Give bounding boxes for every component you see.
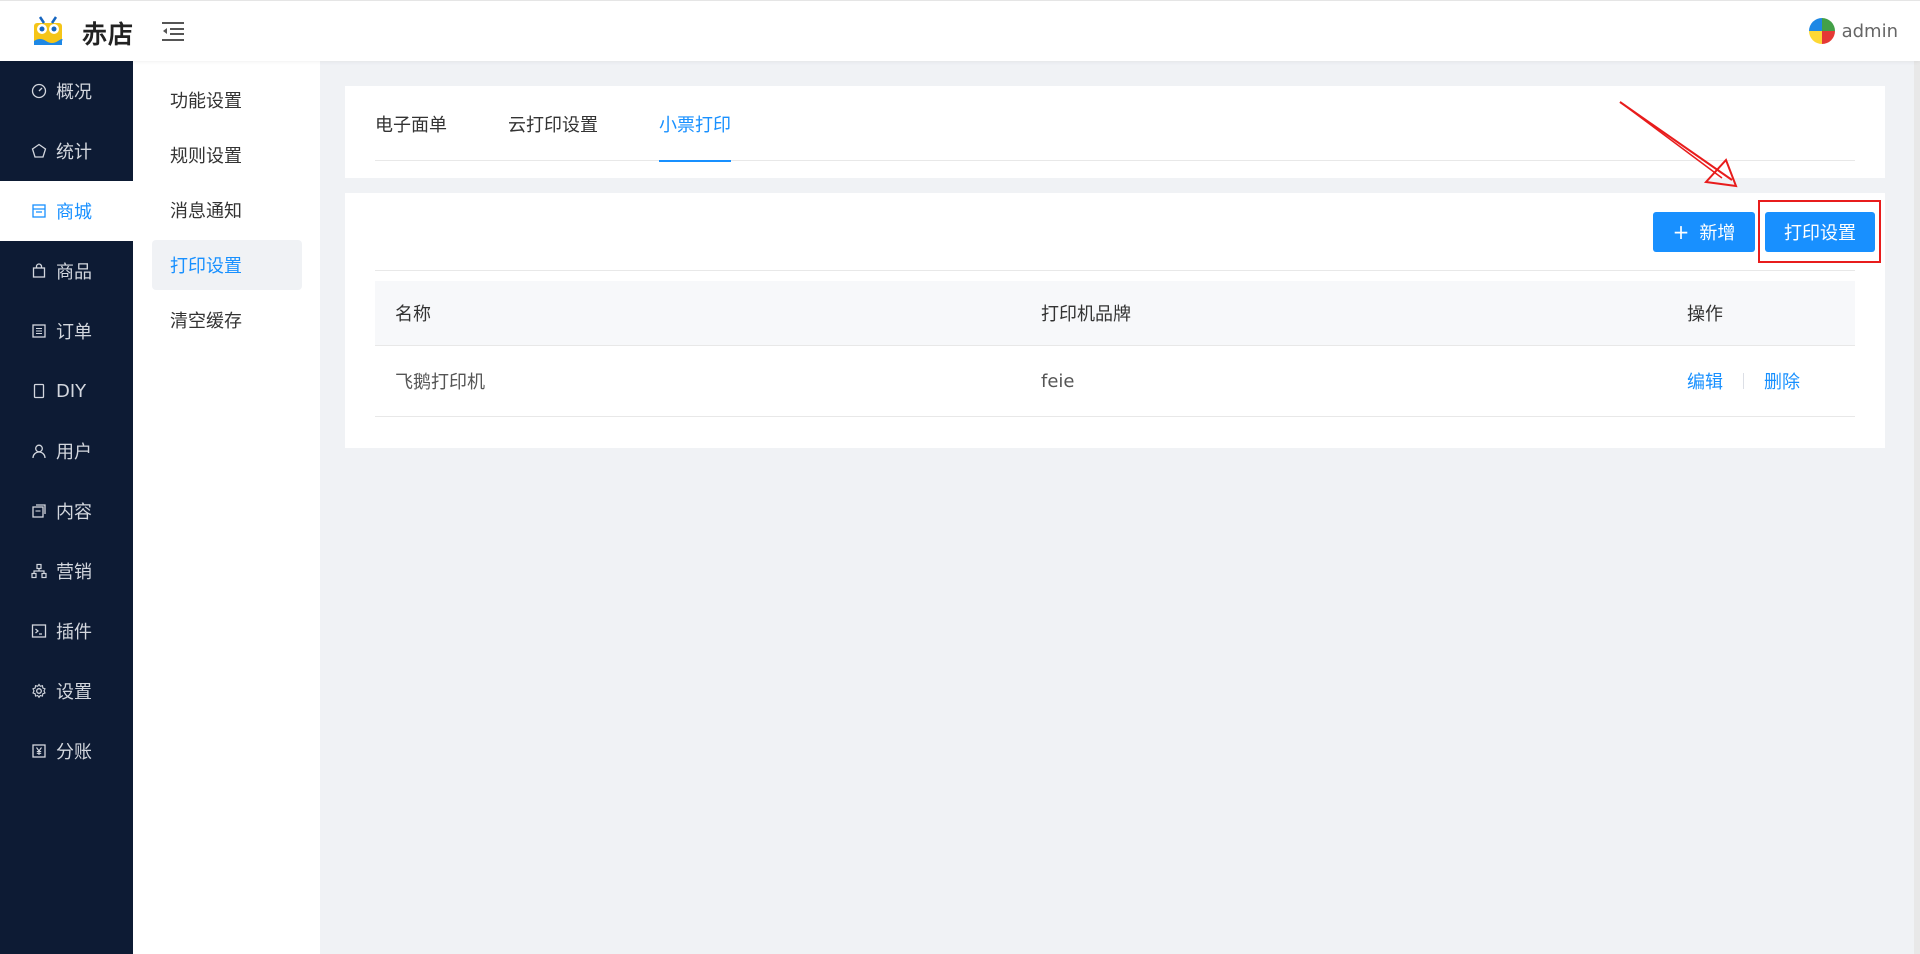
bag-icon: [30, 262, 48, 280]
main-sidebar: 概况 统计 商城 商品 订单 DIY 用户 内容 营销 插件 设置 分账: [0, 61, 133, 954]
sidebar-item-label: 用户: [56, 442, 92, 463]
column-header-name: 名称: [395, 304, 431, 325]
sidebar-item-label: 订单: [56, 322, 92, 343]
cell-actions: 编辑 删除: [1667, 368, 1855, 394]
sidebar-item-settings[interactable]: 设置: [0, 661, 133, 721]
tabs-card: 电子面单 云打印设置 小票打印: [345, 86, 1885, 178]
sidebar-item-ledger[interactable]: 分账: [0, 721, 133, 781]
sidebar-item-label: 内容: [56, 502, 92, 523]
sidebar-item-label: 营销: [56, 562, 92, 583]
sidebar-item-label: 插件: [56, 622, 92, 643]
tab-receipt-print[interactable]: 小票打印: [659, 86, 731, 162]
sidebar-item-label: 统计: [56, 142, 92, 163]
app-logo[interactable]: [28, 9, 68, 49]
sidebar-item-label: 商城: [56, 202, 92, 223]
sidebar-item-users[interactable]: 用户: [0, 421, 133, 481]
sidebar-item-shop[interactable]: 商城: [0, 181, 133, 241]
top-header: 赤店 admin: [0, 0, 1920, 61]
sidebar-item-diy[interactable]: DIY: [0, 361, 133, 421]
delete-link[interactable]: 删除: [1764, 368, 1800, 394]
sidebar-item-content[interactable]: 内容: [0, 481, 133, 541]
terminal-icon: [30, 622, 48, 640]
sidebar-item-marketing[interactable]: 营销: [0, 541, 133, 601]
action-divider: [1743, 373, 1744, 389]
column-header-actions: 操作: [1687, 304, 1723, 325]
tab-electronic-waybill[interactable]: 电子面单: [375, 86, 447, 161]
tab-cloud-print-settings[interactable]: 云打印设置: [508, 86, 598, 161]
edit-link[interactable]: 编辑: [1687, 368, 1723, 394]
sidebar-item-products[interactable]: 商品: [0, 241, 133, 301]
content-icon: [30, 502, 48, 520]
tab-bar: 电子面单 云打印设置 小票打印: [375, 86, 1855, 162]
printer-table: 名称 打印机品牌 操作 飞鹅打印机 feie 编辑 删除: [375, 281, 1855, 417]
user-menu[interactable]: admin: [1808, 17, 1898, 45]
table-toolbar: + 新增 打印设置: [375, 193, 1881, 271]
add-button-label: 新增: [1699, 223, 1736, 244]
sidebar-item-label: 设置: [56, 682, 92, 703]
gear-icon: [30, 682, 48, 700]
table-row: 飞鹅打印机 feie 编辑 删除: [375, 346, 1855, 417]
order-list-icon: [30, 322, 48, 340]
plus-icon: +: [1672, 220, 1690, 244]
subnav-item-notifications[interactable]: 消息通知: [152, 185, 302, 235]
pentagon-icon: [30, 142, 48, 160]
yen-icon: [30, 742, 48, 760]
printer-table-card: + 新增 打印设置 名称 打印机品牌 操作 飞鹅打印机 feie 编辑 删除: [345, 193, 1885, 448]
page-scrollbar[interactable]: [1914, 61, 1920, 954]
cell-printer-name: 飞鹅打印机: [395, 372, 485, 393]
user-icon: [30, 442, 48, 460]
column-header-brand: 打印机品牌: [1041, 304, 1131, 325]
subnav-item-rule-settings[interactable]: 规则设置: [152, 130, 302, 180]
table-header: 名称 打印机品牌 操作: [375, 281, 1855, 346]
main-content: 电子面单 云打印设置 小票打印 + 新增 打印设置 名称 打印机品牌 操作 飞鹅…: [320, 61, 1920, 954]
brand-name: 赤店: [82, 20, 135, 49]
sidebar-item-overview[interactable]: 概况: [0, 61, 133, 121]
subnav-item-print-settings[interactable]: 打印设置: [152, 240, 302, 290]
print-settings-button[interactable]: 打印设置: [1765, 212, 1875, 252]
phone-icon: [30, 382, 48, 400]
org-chart-icon: [30, 562, 48, 580]
sidebar-item-plugins[interactable]: 插件: [0, 601, 133, 661]
sidebar-item-label: 商品: [56, 262, 92, 283]
menu-collapse-icon[interactable]: [160, 19, 186, 43]
secondary-sidebar: 功能设置 规则设置 消息通知 打印设置 清空缓存: [133, 61, 320, 954]
sidebar-item-label: 概况: [56, 82, 92, 103]
cell-printer-brand: feie: [1041, 370, 1075, 392]
user-name: admin: [1841, 20, 1898, 42]
dashboard-icon: [30, 82, 48, 100]
shop-icon: [30, 202, 48, 220]
avatar: [1808, 18, 1835, 44]
sidebar-item-label: DIY: [56, 380, 87, 402]
sidebar-item-label: 分账: [56, 742, 92, 763]
sidebar-item-stats[interactable]: 统计: [0, 121, 133, 181]
sidebar-item-orders[interactable]: 订单: [0, 301, 133, 361]
add-button[interactable]: + 新增: [1653, 212, 1755, 252]
subnav-item-clear-cache[interactable]: 清空缓存: [152, 295, 302, 345]
subnav-item-feature-settings[interactable]: 功能设置: [152, 75, 302, 125]
